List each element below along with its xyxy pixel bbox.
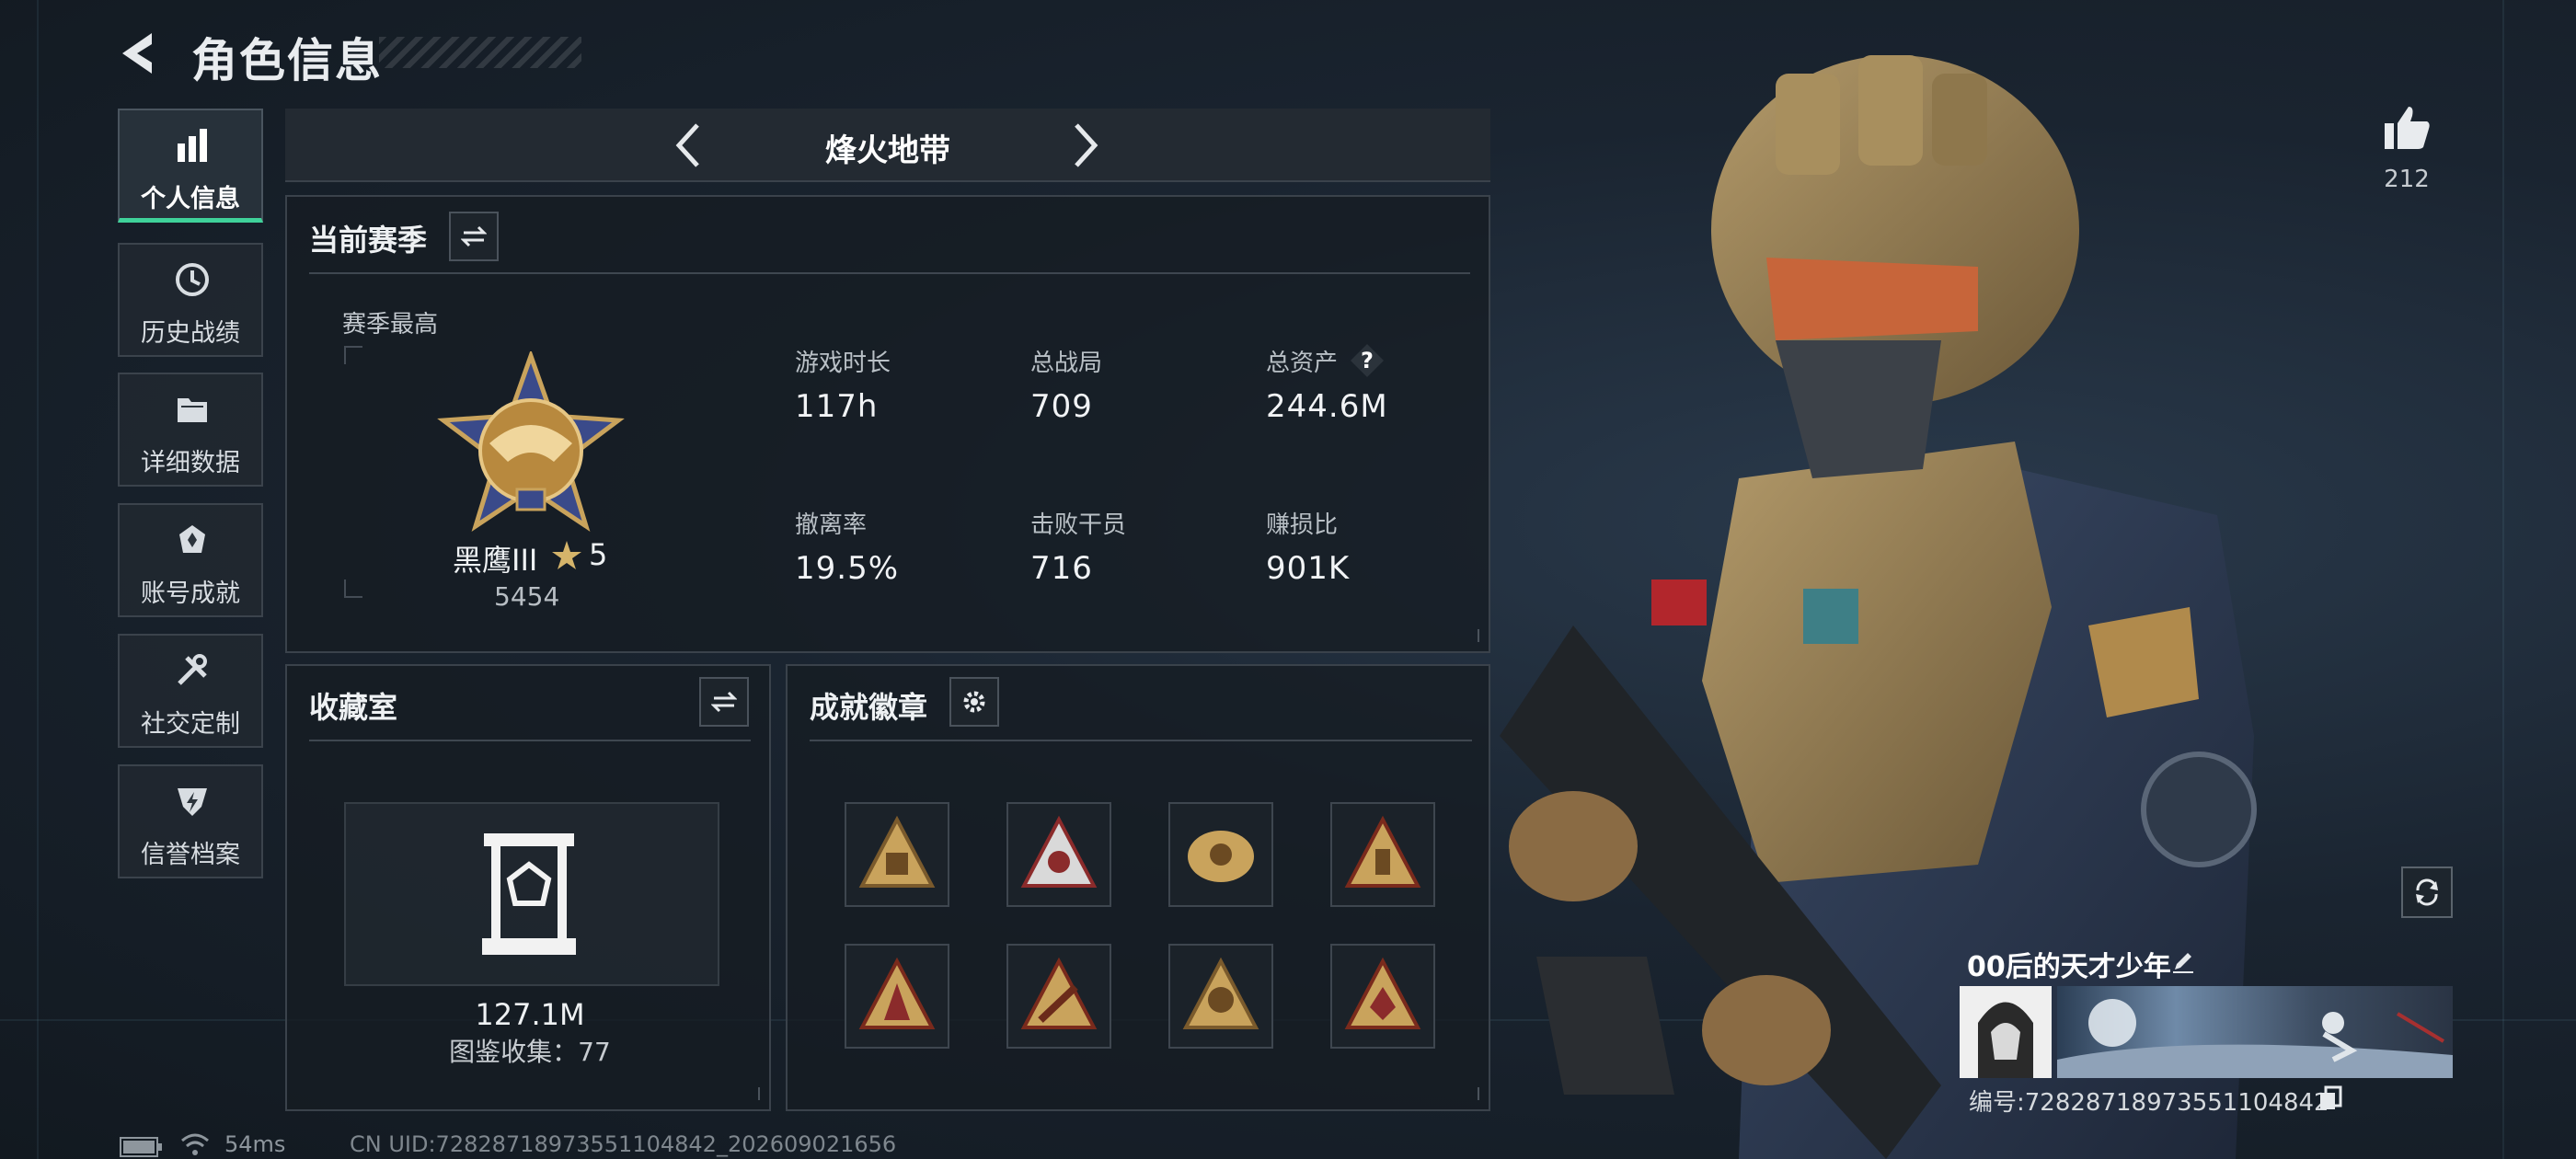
history-clock-icon	[176, 263, 209, 296]
copy-icon[interactable]	[2318, 1085, 2342, 1111]
sidebar-item-label: 历史战绩	[141, 319, 240, 348]
achievement-badge[interactable]	[845, 802, 949, 907]
stat-value-assets: 244.6M	[1266, 388, 1388, 425]
badge-icon	[858, 815, 936, 888]
stat-label-playtime: 游戏时长	[795, 350, 891, 377]
sidebar-item-label: 详细数据	[141, 449, 240, 477]
stat-label-matches: 总战局	[1030, 350, 1103, 377]
collection-title: 收藏室	[309, 690, 398, 725]
sidebar-item-achievements[interactable]: 账号成就	[118, 503, 263, 617]
achievement-badge[interactable]	[1330, 802, 1435, 907]
swap-icon	[711, 691, 737, 713]
help-icon[interactable]: ?	[1351, 344, 1384, 377]
edit-pencil-icon[interactable]	[2169, 947, 2197, 975]
collection-panel: 收藏室 127.1M 图鉴收集：77	[285, 664, 771, 1111]
grid-line	[37, 0, 39, 1159]
player-id: 编号:7282871897355110484​2	[1969, 1089, 2329, 1117]
achievement-icon	[179, 525, 205, 553]
achievement-badge[interactable]	[1330, 944, 1435, 1049]
stat-value-matches: 709	[1030, 388, 1093, 425]
gear-icon	[963, 691, 985, 713]
badge-icon	[858, 957, 936, 1029]
rank-stars: 5	[589, 537, 608, 572]
stat-label-kills: 击败干员	[1030, 511, 1127, 539]
collection-value: 127.1M	[475, 997, 585, 1032]
badge-icon	[1182, 957, 1259, 1029]
shield-bolt-icon	[178, 788, 207, 816]
collection-switch-button[interactable]	[699, 677, 749, 727]
stat-value-profit-ratio: 901K	[1266, 550, 1351, 587]
rank-emblem-icon	[437, 351, 625, 532]
achievement-badge[interactable]	[1006, 944, 1111, 1049]
sidebar-item-label: 信誉档案	[141, 841, 240, 869]
avatar-image	[1960, 986, 2052, 1078]
sidebar-item-history[interactable]: 历史战绩	[118, 243, 263, 357]
battery-icon	[120, 1137, 162, 1157]
like-icon[interactable]	[2383, 103, 2431, 151]
folder-icon	[178, 398, 207, 422]
display-case-icon	[482, 833, 576, 955]
rank-name: 黑鹰III	[453, 543, 538, 578]
badge-icon	[1188, 831, 1254, 882]
achievements-panel: 成就徽章	[786, 664, 1490, 1111]
stat-value-extract-rate: 19.5%	[795, 550, 900, 587]
swap-icon	[461, 225, 487, 247]
season-switch-button[interactable]	[449, 212, 499, 261]
player-banner[interactable]	[2057, 986, 2453, 1078]
player-avatar[interactable]	[1960, 986, 2052, 1078]
season-panel: 当前赛季 赛季最高 黑鹰III 5 5454 游戏时长 117h 总战局 709…	[285, 195, 1490, 653]
tools-icon	[178, 654, 207, 685]
achievement-badge[interactable]	[1006, 802, 1111, 907]
corner-decoration	[703, 1087, 760, 1100]
corner-decoration	[1422, 1087, 1479, 1100]
rank-star-icon	[552, 541, 581, 569]
cn-uid: CN UID:7282871897355110484​2_20260902165…	[350, 1131, 897, 1157]
achievements-settings-button[interactable]	[949, 677, 999, 727]
achievement-badge[interactable]	[1168, 944, 1273, 1049]
season-title: 当前赛季	[309, 223, 428, 258]
rank-score: 5454	[494, 581, 560, 612]
sidebar-item-social[interactable]: 社交定制	[118, 634, 263, 748]
sidebar-item-label: 账号成就	[141, 580, 240, 608]
stat-value-kills: 716	[1030, 550, 1093, 587]
like-count: 212	[2384, 166, 2430, 193]
wifi-icon	[181, 1133, 209, 1155]
player-nickname: 00后的天才少年	[1967, 951, 2171, 983]
stat-label-assets: 总资产	[1266, 350, 1339, 377]
corner-decoration	[1422, 629, 1479, 642]
sidebar-item-credit[interactable]: 信誉档案	[118, 764, 263, 878]
badge-icon	[1344, 957, 1421, 1029]
banner-image	[2057, 999, 2453, 1078]
refresh-icon	[2416, 878, 2438, 906]
grid-line	[2502, 0, 2504, 1159]
back-arrow-icon[interactable]	[115, 28, 163, 79]
mode-title: 烽火地带	[825, 132, 950, 169]
badge-icon	[1020, 957, 1098, 1029]
bar-chart-icon	[178, 129, 207, 162]
page-title: 角色信息	[191, 34, 383, 87]
achievements-title: 成就徽章	[810, 690, 928, 725]
badge-icon	[1020, 815, 1098, 888]
codex-count: 图鉴收集：77	[449, 1037, 611, 1067]
mode-selector: 烽火地带	[285, 109, 1490, 182]
sidebar-item-label: 个人信息	[141, 185, 240, 213]
sidebar-item-details[interactable]: 详细数据	[118, 373, 263, 487]
achievement-badge[interactable]	[845, 944, 949, 1049]
season-best-label: 赛季最高	[342, 311, 439, 339]
divider	[309, 272, 1470, 274]
achievement-badge[interactable]	[1168, 802, 1273, 907]
divider	[309, 740, 751, 741]
title-decoration	[379, 37, 581, 68]
badge-icon	[1344, 815, 1421, 888]
network-ping: 54ms	[224, 1131, 286, 1157]
refresh-button[interactable]	[2401, 866, 2453, 918]
stat-label-extract-rate: 撤离率	[795, 511, 868, 539]
sidebar-item-label: 社交定制	[141, 710, 240, 739]
stat-value-playtime: 117h	[795, 388, 879, 425]
stat-label-profit-ratio: 赚损比	[1266, 511, 1339, 539]
sidebar-item-personal-info[interactable]: 个人信息	[118, 109, 263, 223]
divider	[810, 740, 1472, 741]
chevron-right-icon[interactable]	[1067, 118, 1104, 173]
